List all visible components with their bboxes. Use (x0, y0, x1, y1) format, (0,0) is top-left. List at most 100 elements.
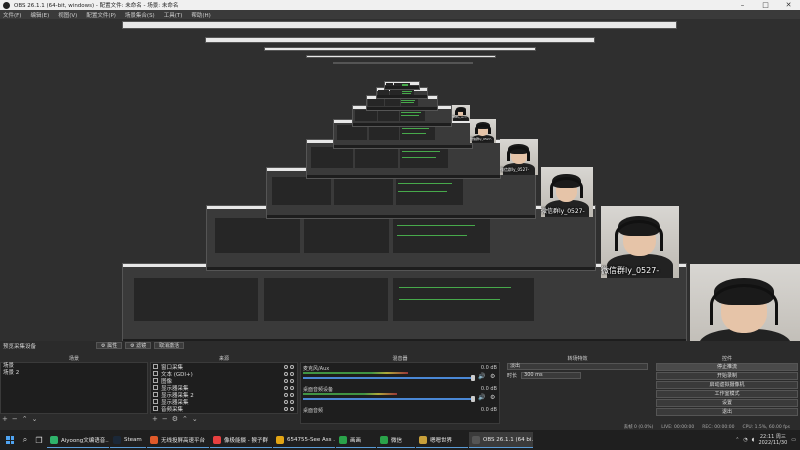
speaker-icon[interactable]: 🔊 (478, 394, 485, 401)
deactivate-button[interactable]: 取消激活 (154, 342, 185, 349)
transitions-dock: 转场特效 淡出 时长 300 ms (505, 355, 650, 424)
menu-scene-collection[interactable]: 场景集合(S) (125, 11, 155, 19)
duration-input[interactable]: 300 ms (521, 372, 582, 379)
move-up-icon[interactable]: ⌃ (22, 415, 28, 423)
chevron-up-icon[interactable]: ⌃ (735, 437, 739, 443)
gear-icon[interactable]: ⚙ (490, 394, 495, 401)
lock-icon[interactable] (290, 371, 294, 376)
watermark-text: 微信群ly_0527- (601, 266, 660, 275)
task-view-icon[interactable]: ❐ (32, 433, 46, 447)
transition-type-row: 淡出 (505, 362, 650, 371)
source-item[interactable]: 音频采集 (151, 405, 297, 413)
visibility-icon[interactable] (284, 392, 288, 397)
remove-icon[interactable]: − (162, 415, 168, 423)
remove-icon[interactable]: − (12, 415, 18, 423)
move-up-icon[interactable]: ⌃ (182, 415, 188, 423)
taskbar-item[interactable]: OBS 26.1.1 (64 bi... (469, 432, 533, 448)
move-down-icon[interactable]: ⌄ (32, 415, 38, 423)
start-virtual-camera-button[interactable]: 启动虚拟摄像机 (656, 381, 798, 389)
taskbar-item[interactable]: Steam (110, 432, 146, 448)
gear-icon[interactable]: ⚙ (490, 373, 495, 380)
volume-slider-handle[interactable] (471, 396, 475, 402)
network-icon[interactable]: ◔ (743, 437, 747, 443)
visibility-icon[interactable] (284, 364, 288, 369)
sources-dock: 来源 窗口采集 文本 (GDI+) 图像 显示器采集 显示器采集 2 显示器采集… (150, 355, 298, 424)
speaker-icon[interactable]: 🔊 (478, 373, 485, 380)
app-icon (50, 435, 58, 444)
mixer-channels: 麦克风/Aux 0.0 dB 🔊 ⚙ 桌面音频设备 0.0 dB 🔊 ⚙ 桌面音频 0.0 dB (300, 362, 500, 424)
taskbar-item[interactable]: 无线投屏高速平台 (147, 432, 209, 448)
watermark-text: 微信群ly_0527- (541, 208, 585, 215)
move-down-icon[interactable]: ⌄ (192, 415, 198, 423)
preview-canvas[interactable]: 微信群ly_0527- 微信群ly_0527- 微信群ly_0527- 微信群ly_0… (0, 19, 800, 341)
menu-profile[interactable]: 配置文件(P) (86, 11, 116, 19)
level-meter (303, 372, 409, 374)
settings-button[interactable]: 设置 (656, 399, 798, 407)
taskbar-item[interactable]: 嗯嗯世界 (416, 432, 468, 448)
menu-file[interactable]: 文件(F) (3, 11, 21, 19)
studio-mode-button[interactable]: 工作室模式 (656, 390, 798, 398)
clock[interactable]: 22:11 周三 2022/11/30 (758, 434, 787, 446)
monitor-icon (153, 385, 158, 390)
visibility-icon[interactable] (284, 378, 288, 383)
minimize-icon[interactable]: – (731, 1, 754, 9)
menu-view[interactable]: 视图(V) (58, 11, 77, 19)
gear-icon[interactable]: ⚙ (172, 415, 178, 423)
webcam-overlay: 微信群ly_0527- (601, 206, 679, 278)
watermark-text: 微信群ly_0527- (470, 137, 492, 141)
volume-icon[interactable]: ◖ (752, 437, 755, 443)
menu-tools[interactable]: 工具(T) (164, 11, 183, 19)
lock-icon[interactable] (290, 392, 294, 397)
taskbar: ⌕ ❐ Aiyoong文编语音... Steam 无线投屏高速平台 像极能摄 - 猴子… (0, 430, 800, 450)
lock-icon[interactable] (290, 385, 294, 390)
cpu-fps: CPU: 1.5%, 60.00 fps (742, 424, 791, 430)
scenes-dock: 场景 场景 场景 2 + − ⌃ ⌄ (0, 355, 148, 424)
add-icon[interactable]: + (152, 415, 158, 423)
properties-button[interactable]: ⚙ 属性 (96, 342, 123, 349)
scene-item[interactable]: 场景 2 (1, 370, 147, 377)
lock-icon[interactable] (290, 399, 294, 404)
taskbar-item[interactable]: Aiyoong文编语音... (47, 432, 109, 448)
sources-footer: + − ⚙ ⌃ ⌄ (152, 415, 198, 423)
taskbar-item[interactable]: 像极能摄 - 猴子群 (210, 432, 272, 448)
exit-button[interactable]: 退出 (656, 408, 798, 416)
controls-panel: 停止推流 开始录制 启动虚拟摄像机 工作室模式 设置 退出 (654, 362, 800, 424)
visibility-icon[interactable] (284, 385, 288, 390)
search-icon[interactable]: ⌕ (18, 433, 32, 447)
scene-item[interactable]: 场景 (1, 363, 147, 370)
lock-icon[interactable] (290, 378, 294, 383)
menu-edit[interactable]: 编辑(E) (30, 11, 49, 19)
close-icon[interactable]: ✕ (777, 1, 800, 9)
start-recording-button[interactable]: 开始录制 (656, 372, 798, 380)
maximize-icon[interactable]: □ (754, 1, 777, 9)
sources-header: 来源 (218, 356, 229, 362)
volume-slider[interactable] (303, 398, 473, 400)
image-icon (153, 378, 158, 383)
volume-slider-handle[interactable] (471, 375, 475, 381)
filters-button[interactable]: ⚙ 滤镜 (125, 342, 152, 349)
volume-slider[interactable] (303, 377, 473, 379)
start-button[interactable] (2, 432, 18, 448)
notification-icon[interactable]: ▭ (791, 437, 796, 443)
visibility-icon[interactable] (284, 371, 288, 376)
webcam-overlay: 微信群ly_0527- (452, 105, 470, 121)
source-item[interactable]: 文本 (GDI+) (151, 370, 297, 378)
transition-select[interactable]: 淡出 (507, 363, 648, 370)
lock-icon[interactable] (290, 364, 294, 369)
title-bar: OBS 26.1.1 (64-bit, windows) - 配置文件: 未命名… (0, 0, 800, 10)
add-icon[interactable]: + (2, 415, 8, 423)
taskbar-item[interactable]: 画画 (336, 432, 376, 448)
visibility-icon[interactable] (284, 399, 288, 404)
channel-db: 0.0 dB (480, 386, 497, 392)
nested-window-strip (205, 37, 595, 43)
app-icon (339, 435, 347, 444)
taskbar-item[interactable]: 微信 (377, 432, 415, 448)
level-meter (303, 393, 397, 395)
taskbar-item[interactable]: 654755-See Ass ... (273, 432, 335, 448)
menu-help[interactable]: 帮助(H) (191, 11, 210, 19)
channel-db: 0.0 dB (480, 407, 497, 413)
lock-icon[interactable] (290, 406, 294, 411)
stop-streaming-button[interactable]: 停止推流 (656, 363, 798, 371)
visibility-icon[interactable] (284, 406, 288, 411)
sources-list: 窗口采集 文本 (GDI+) 图像 显示器采集 显示器采集 2 显示器采集 音频… (150, 362, 298, 414)
